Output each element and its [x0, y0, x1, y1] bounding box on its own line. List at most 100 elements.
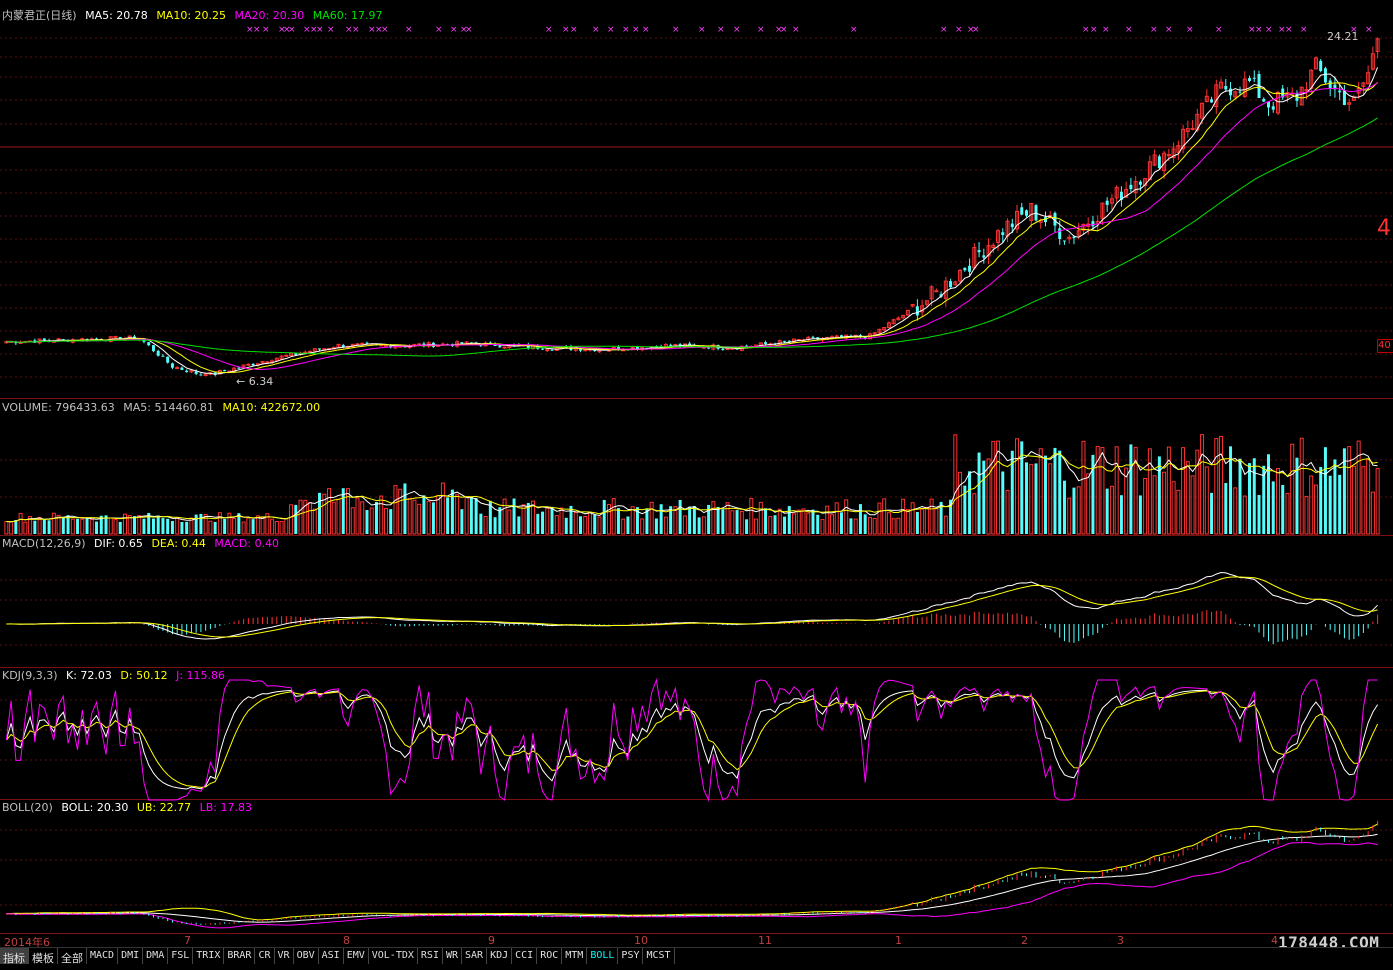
tab-vr[interactable]: VR — [275, 948, 294, 965]
volume-bar — [365, 510, 369, 534]
candle-body — [1010, 223, 1014, 228]
volume-bar — [180, 521, 184, 534]
candle-body — [934, 290, 939, 293]
signal-mark: × — [1090, 25, 1098, 35]
signal-mark: × — [570, 25, 578, 35]
candle-body — [1091, 221, 1095, 227]
tab-brar[interactable]: BRAR — [224, 948, 256, 965]
volume-bar — [1100, 447, 1105, 535]
candle-body — [185, 370, 189, 373]
tab-vol-tdx[interactable]: VOL-TDX — [369, 948, 418, 965]
volume-bar — [1233, 487, 1238, 535]
volume-bar — [1147, 448, 1152, 535]
tab-roc[interactable]: ROC — [537, 948, 563, 965]
ma5-line — [6, 67, 1379, 375]
volume-bar — [521, 504, 526, 535]
tab-dmi[interactable]: DMI — [118, 948, 144, 965]
volume-bar — [1176, 489, 1181, 535]
candle-body — [721, 348, 725, 350]
signal-mark: × — [1350, 25, 1358, 35]
volume-bar — [630, 506, 635, 535]
tab-kdj[interactable]: KDJ — [487, 948, 513, 965]
volume-bar — [626, 516, 630, 534]
volume-bar — [806, 512, 811, 535]
volume-bar — [564, 517, 568, 534]
tab-rsi[interactable]: RSI — [418, 948, 443, 965]
signal-mark: × — [405, 25, 413, 35]
tab-macd[interactable]: MACD — [87, 948, 119, 965]
volume-bar — [1299, 437, 1304, 535]
tab-wr[interactable]: WR — [443, 948, 463, 965]
tab-obv[interactable]: OBV — [294, 948, 319, 965]
volume-bar — [1185, 461, 1190, 535]
volume-bar — [573, 511, 578, 535]
volume-bar — [1043, 455, 1047, 534]
volume-bar — [1143, 478, 1148, 535]
tab-指标[interactable]: 指标 — [0, 948, 29, 965]
tab-dma[interactable]: DMA — [143, 948, 169, 965]
tab-全部[interactable]: 全部 — [58, 948, 87, 965]
volume-bar — [312, 508, 317, 535]
volume-bar — [308, 502, 313, 535]
volume-bar — [858, 504, 862, 534]
volume-bar — [1015, 438, 1020, 535]
candle-body — [1025, 210, 1029, 216]
volume-bar — [943, 515, 948, 535]
volume-bar — [649, 501, 654, 535]
volume-bar — [901, 498, 906, 535]
volume-bar — [1370, 491, 1375, 535]
tab-psy[interactable]: PSY — [618, 948, 644, 965]
volume-bar — [1351, 465, 1356, 535]
candle-body — [318, 348, 322, 350]
signal-mark: × — [1215, 25, 1223, 35]
volume-bar — [260, 516, 265, 535]
tab-cr[interactable]: CR — [255, 948, 275, 965]
volume-bar — [745, 519, 749, 534]
volume-bar — [816, 514, 820, 534]
volume-bar — [877, 502, 882, 535]
tab-mtm[interactable]: MTM — [562, 948, 588, 965]
volume-bar — [659, 504, 663, 534]
volume-bar — [749, 497, 754, 535]
volume-bar — [474, 498, 478, 534]
candle-body — [787, 340, 791, 342]
volume-bar — [602, 499, 606, 534]
volume-bar — [1238, 458, 1242, 534]
volume-bar — [991, 440, 996, 535]
tab-fsl[interactable]: FSL — [168, 948, 194, 965]
signal-mark: × — [450, 25, 458, 35]
volume-bar — [1290, 443, 1295, 535]
tab-trix[interactable]: TRIX — [193, 948, 225, 965]
volume-bar — [512, 498, 516, 534]
volume-bar — [701, 516, 706, 535]
tab-模板[interactable]: 模板 — [29, 948, 58, 965]
volume-bar — [730, 510, 735, 535]
volume-bar — [825, 505, 830, 535]
candle-body — [1262, 98, 1266, 102]
volume-bar — [23, 521, 28, 535]
volume-bar — [383, 507, 388, 535]
signal-mark: × — [1102, 25, 1110, 35]
candle-body — [1342, 90, 1346, 105]
tab-cci[interactable]: CCI — [512, 948, 538, 965]
volume-bar — [849, 518, 853, 534]
candle-body — [223, 369, 227, 372]
candle-body — [1129, 184, 1133, 190]
volume-bar — [1242, 495, 1247, 535]
tab-sar[interactable]: SAR — [462, 948, 488, 965]
tab-asi[interactable]: ASI — [319, 948, 344, 965]
tab-boll[interactable]: BOLL — [587, 948, 619, 965]
candle-body — [811, 336, 815, 338]
candle-body — [1238, 91, 1242, 93]
signal-mark: × — [1125, 25, 1133, 35]
volume-bar — [108, 517, 113, 535]
j-line — [5, 678, 1378, 802]
volume-bar — [95, 521, 99, 534]
volume-bar — [1105, 488, 1109, 534]
tab-mcst[interactable]: MCST — [643, 948, 675, 965]
signal-mark: × — [562, 25, 570, 35]
tab-emv[interactable]: EMV — [344, 948, 369, 965]
volume-bar — [483, 516, 488, 535]
volume-bar — [787, 506, 791, 534]
volume-bar — [426, 500, 431, 535]
